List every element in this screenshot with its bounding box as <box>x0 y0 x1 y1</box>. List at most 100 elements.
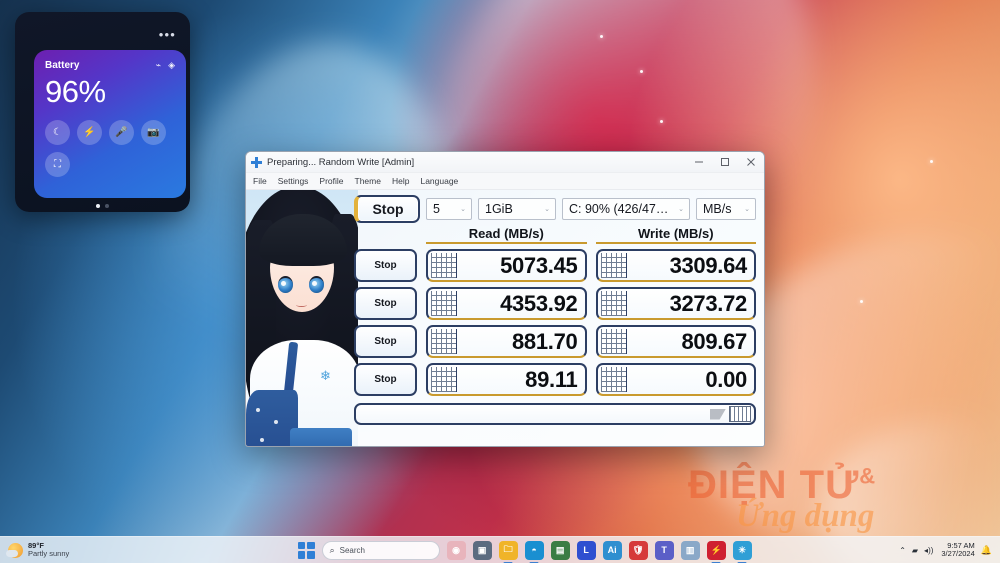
row-stop-button-2[interactable]: Stop <box>354 287 417 320</box>
menu-item-theme[interactable]: Theme <box>355 176 381 186</box>
widget-overflow-menu-icon[interactable]: ••• <box>159 28 176 41</box>
taskbar-app-store[interactable]: ▤ <box>550 540 570 560</box>
taskbar-app-edge[interactable]: ◓ <box>524 540 544 560</box>
result-graph-icon <box>431 291 457 316</box>
taskbar-app-crystaldiskmark[interactable]: ✳ <box>732 540 752 560</box>
unit-dropdown[interactable]: MB/s ⌄ <box>696 198 756 220</box>
battery-percent: 96% <box>45 74 106 109</box>
chevron-down-icon: ⌄ <box>544 206 550 213</box>
phone-link-widget[interactable]: ••• Battery ⌁ ◈ 96% ☾ ⚡ 🎤 📷 ⛶ <box>15 12 190 212</box>
page-dot-active[interactable] <box>96 204 100 208</box>
result-row: Stop 881.70 809.67 <box>354 325 756 358</box>
camera-icon[interactable]: 📷 <box>141 120 166 145</box>
main-stop-button[interactable]: Stop <box>354 195 420 223</box>
taskbar-app-widgets[interactable]: ◉ <box>446 540 466 560</box>
crystaldiskmark-window[interactable]: Preparing... Random Write [Admin] File Se… <box>245 151 765 447</box>
page-dot[interactable] <box>105 204 109 208</box>
read-result-3[interactable]: 881.70 <box>426 325 587 358</box>
taskbar-app-monitor[interactable]: ▥ <box>680 540 700 560</box>
unit-value: MB/s <box>703 202 732 216</box>
read-result-2[interactable]: 4353.92 <box>426 287 587 320</box>
volume-icon[interactable]: ◂)) <box>924 546 933 555</box>
result-graph-icon <box>600 329 627 354</box>
result-row: Stop 5073.45 3309.64 <box>354 249 756 282</box>
menu-bar[interactable]: File Settings Profile Theme Help Language <box>246 173 764 190</box>
row-stop-button-4[interactable]: Stop <box>354 363 417 396</box>
signal-icon: ◈ <box>168 60 175 70</box>
clock-date: 3/27/2024 <box>941 549 975 558</box>
shizuku-character-artwork: ❄ <box>246 190 358 446</box>
menu-item-settings[interactable]: Settings <box>278 176 309 186</box>
write-value: 809.67 <box>681 328 748 354</box>
drive-value: C: 90% (426/475GiB) <box>569 202 676 216</box>
read-value: 4353.92 <box>500 290 578 316</box>
chevron-up-icon[interactable]: ⌃ <box>899 546 906 555</box>
read-result-1[interactable]: 5073.45 <box>426 249 587 282</box>
do-not-disturb-icon[interactable]: ☾ <box>45 120 70 145</box>
read-result-4[interactable]: 89.11 <box>426 363 587 396</box>
taskbar-app-rog[interactable]: ⚡ <box>706 540 726 560</box>
write-result-3[interactable]: 809.67 <box>595 325 756 358</box>
progress-graph-icon <box>729 406 751 422</box>
result-row: Stop 89.11 0.00 <box>354 363 756 396</box>
taskbar-app-antivirus[interactable]: 🛡 <box>628 540 648 560</box>
minimize-button[interactable] <box>686 152 712 172</box>
bell-icon[interactable]: 🔔 <box>981 545 992 556</box>
result-graph-icon <box>431 329 457 354</box>
write-value: 3273.72 <box>669 290 748 316</box>
close-button[interactable] <box>738 152 764 172</box>
taskbar-app-taskview[interactable]: ▣ <box>472 540 492 560</box>
test-size-dropdown[interactable]: 1GiB ⌄ <box>478 198 556 220</box>
taskbar-app-teams[interactable]: T <box>654 540 674 560</box>
write-result-2[interactable]: 3273.72 <box>595 287 756 320</box>
wallpaper-sparkle <box>640 70 643 73</box>
test-size-value: 1GiB <box>485 202 513 216</box>
row-stop-button-1[interactable]: Stop <box>354 249 417 282</box>
wallpaper-sparkle <box>860 300 863 303</box>
flashlight-icon[interactable]: ⚡ <box>77 120 102 145</box>
taskbar-clock[interactable]: 9:57 AM 3/27/2024 <box>941 541 975 559</box>
wallpaper-sparkle <box>930 160 933 163</box>
menu-item-language[interactable]: Language <box>420 176 458 186</box>
read-value: 89.11 <box>525 366 578 392</box>
window-titlebar[interactable]: Preparing... Random Write [Admin] <box>246 152 764 173</box>
window-title: Preparing... Random Write [Admin] <box>267 156 415 168</box>
menu-item-profile[interactable]: Profile <box>319 176 343 186</box>
result-graph-icon <box>600 291 627 316</box>
taskbar-app-file-explorer[interactable]: 🗀 <box>498 540 518 560</box>
row-stop-button-3[interactable]: Stop <box>354 325 417 358</box>
maximize-button[interactable] <box>712 152 738 172</box>
drive-selector-dropdown[interactable]: C: 90% (426/475GiB) ⌄ <box>562 198 690 220</box>
taskbar-app-photoshop[interactable]: Ai <box>602 540 622 560</box>
read-column-header: Read (MB/s) <box>426 226 587 244</box>
results-column-headers: Read (MB/s) Write (MB/s) <box>354 226 756 244</box>
menu-item-file[interactable]: File <box>253 176 267 186</box>
write-result-4[interactable]: 0.00 <box>595 363 756 396</box>
search-placeholder: Search <box>339 545 365 555</box>
start-button[interactable] <box>297 541 315 559</box>
weather-icon <box>6 542 23 558</box>
menu-item-help[interactable]: Help <box>392 176 409 186</box>
wallpaper-sparkle <box>600 35 603 38</box>
write-column-header: Write (MB/s) <box>595 226 756 244</box>
test-count-value: 5 <box>433 202 440 216</box>
network-icon[interactable]: ▰ <box>912 546 918 555</box>
system-tray[interactable]: ⌃ ▰ ◂)) 9:57 AM 3/27/2024 🔔 <box>899 541 1000 559</box>
crystaldiskmark-app-icon <box>251 156 262 168</box>
write-result-1[interactable]: 3309.64 <box>595 249 756 282</box>
result-graph-icon <box>431 367 457 392</box>
taskbar-weather-widget[interactable]: 89°F Partly sunny <box>0 541 150 558</box>
microphone-icon[interactable]: 🎤 <box>109 120 134 145</box>
taskbar-app-lightroom[interactable]: L <box>576 540 596 560</box>
battery-card-title: Battery <box>45 60 80 71</box>
chevron-down-icon: ⌄ <box>744 206 750 213</box>
snowflake-crest-icon: ❄ <box>320 368 331 383</box>
search-icon: ⌕ <box>329 544 335 555</box>
taskbar-app-list: ◉ ▣ 🗀 ◓ ▤ L Ai 🛡 T ▥ ⚡ ✳ <box>446 540 752 560</box>
test-count-dropdown[interactable]: 5 ⌄ <box>426 198 472 220</box>
read-value: 881.70 <box>512 328 578 354</box>
window-body: ❄ Stop 5 ⌄ 1GiB ⌄ C: 90% (426/475GiB) ⌄ <box>246 190 764 446</box>
taskbar[interactable]: 89°F Partly sunny ⌕ Search ◉ ▣ 🗀 ◓ ▤ L Ai 🛡 T ▥ ⚡ ✳… <box>0 536 1000 563</box>
screenshot-icon[interactable]: ⛶ <box>45 152 70 177</box>
search-box[interactable]: ⌕ Search <box>321 540 440 560</box>
